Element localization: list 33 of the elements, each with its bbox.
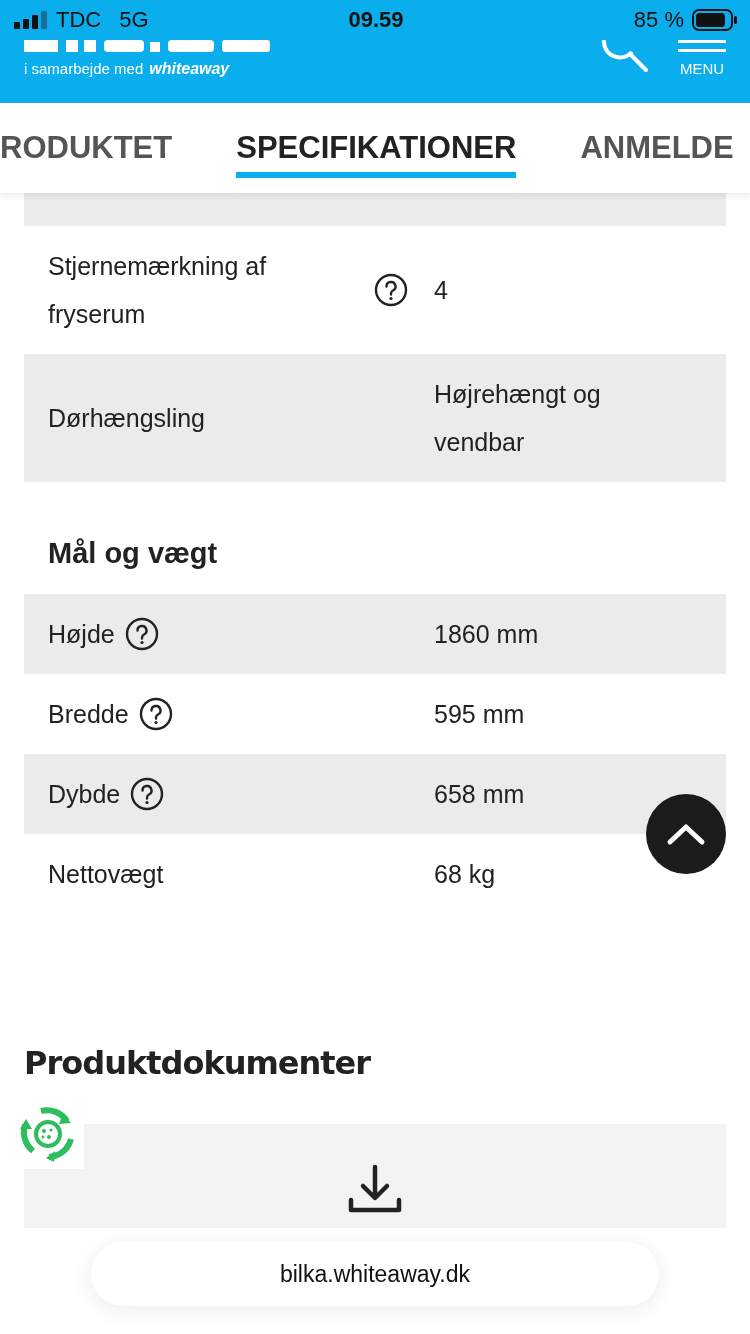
spec-label: Dybde [47,779,121,809]
spec-label: Stjernemærkning af fryserum [47,251,268,330]
network-type: 5G [119,7,149,33]
address-bar[interactable]: bilka.whiteaway.dk [91,1242,659,1306]
chevron-up-icon[interactable] [666,822,706,846]
spec-label: Nettovægt [47,859,164,889]
help-icon[interactable] [374,273,408,307]
spec-value: 4 [434,275,449,306]
battery-percent: 85 % [633,7,684,33]
url-text: bilka.whiteaway.dk [279,1260,471,1288]
clock-time: 09.59 [348,7,404,33]
partner-logo: whiteaway [149,60,230,78]
section-heading: Mål og vægt [47,535,219,571]
section-tab[interactable]: RODUKTET [0,118,173,178]
battery-icon [692,9,738,31]
section-tab[interactable]: ANMELDE [580,118,734,178]
spec-value: 658 mm [434,779,526,809]
menu-icon[interactable] [678,40,726,52]
tagline: i samarbejde med [24,60,144,77]
spec-label: Højde [47,619,115,649]
carrier-name: TDC [56,7,102,33]
spec-value: 1860 mm [434,619,540,649]
spec-value: 68 kg [434,859,497,889]
spec-value: 595 mm [434,699,526,729]
section-tab[interactable]: SPECIFIKATIONER [236,118,517,178]
signal-icon [14,11,50,29]
help-icon[interactable] [124,617,159,651]
spec-label: Bredde [47,699,129,729]
documents-heading: Produktdokumenter [24,1044,372,1084]
spec-label: Dørhængsling [47,403,206,434]
help-icon[interactable] [130,777,165,811]
help-icon[interactable] [138,697,173,731]
spec-value: Højrehængt og vendbar [434,379,602,458]
